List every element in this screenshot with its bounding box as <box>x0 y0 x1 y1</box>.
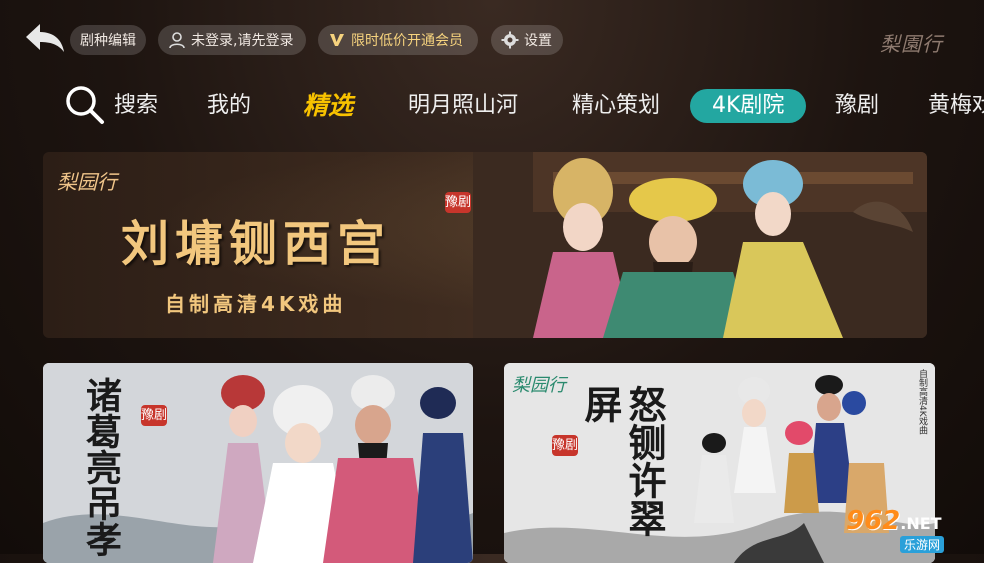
nav-tab-yuju[interactable]: 豫剧 <box>835 89 879 123</box>
nav-tab-featured[interactable]: 精选 <box>303 89 353 123</box>
watermark-suffix: .NET <box>900 514 942 533</box>
banner-performers-image <box>473 152 927 338</box>
vip-icon <box>328 31 346 49</box>
genre-edit-button[interactable]: 剧种编辑 <box>70 25 146 55</box>
card-title: 诸葛亮吊孝 <box>80 377 122 557</box>
app-logo: 梨園行 <box>880 32 943 56</box>
nav-tab-4k-theater[interactable]: 4K剧院 <box>690 89 807 123</box>
banner-subtitle: 自制高清4K戏曲 <box>165 292 347 316</box>
nav-tab-huangmeixi[interactable]: 黄梅戏 <box>928 89 984 123</box>
login-label: 未登录,请先登录 <box>191 33 294 49</box>
card-genre-tag: 豫剧 <box>141 405 167 426</box>
card-side-text: 自制高清4K戏曲 <box>917 369 927 435</box>
search-icon[interactable] <box>64 84 106 126</box>
nav-tab-mingyue[interactable]: 明月照山河 <box>408 89 518 123</box>
card-genre-tag: 豫剧 <box>552 435 578 456</box>
vip-button[interactable]: 限时低价开通会员 <box>318 25 478 55</box>
vip-label: 限时低价开通会员 <box>351 33 463 49</box>
card-logo: 梨园行 <box>512 375 566 396</box>
banner-genre-tag: 豫剧 <box>445 192 471 213</box>
nav-tab-mine[interactable]: 我的 <box>207 89 251 123</box>
user-icon <box>168 31 186 49</box>
login-button[interactable]: 未登录,请先登录 <box>158 25 306 55</box>
nav-tab-search[interactable]: 搜索 <box>114 89 158 123</box>
nav-tab-curated[interactable]: 精心策划 <box>572 89 660 123</box>
top-bar: 剧种编辑 未登录,请先登录 限时低价开通会员 设置 梨園行 <box>0 0 984 80</box>
gear-icon <box>501 31 519 49</box>
card-title: 怒铡许翠屏 <box>578 385 667 537</box>
site-watermark: 962.NET 乐游网 <box>846 506 980 553</box>
content-card-zhuge-liang[interactable]: 诸葛亮吊孝 豫剧 <box>43 363 473 563</box>
watermark-sub: 乐游网 <box>900 536 945 553</box>
settings-button[interactable]: 设置 <box>491 25 563 55</box>
settings-label: 设置 <box>524 33 552 49</box>
banner-logo: 梨园行 <box>57 170 117 194</box>
banner-title: 刘墉铡西宫 <box>121 216 392 272</box>
back-icon[interactable] <box>24 20 66 56</box>
genre-edit-label: 剧种编辑 <box>80 33 136 49</box>
watermark-main: 962 <box>846 506 901 536</box>
featured-banner[interactable]: 梨园行 刘墉铡西宫 豫剧 自制高清4K戏曲 <box>43 152 927 338</box>
